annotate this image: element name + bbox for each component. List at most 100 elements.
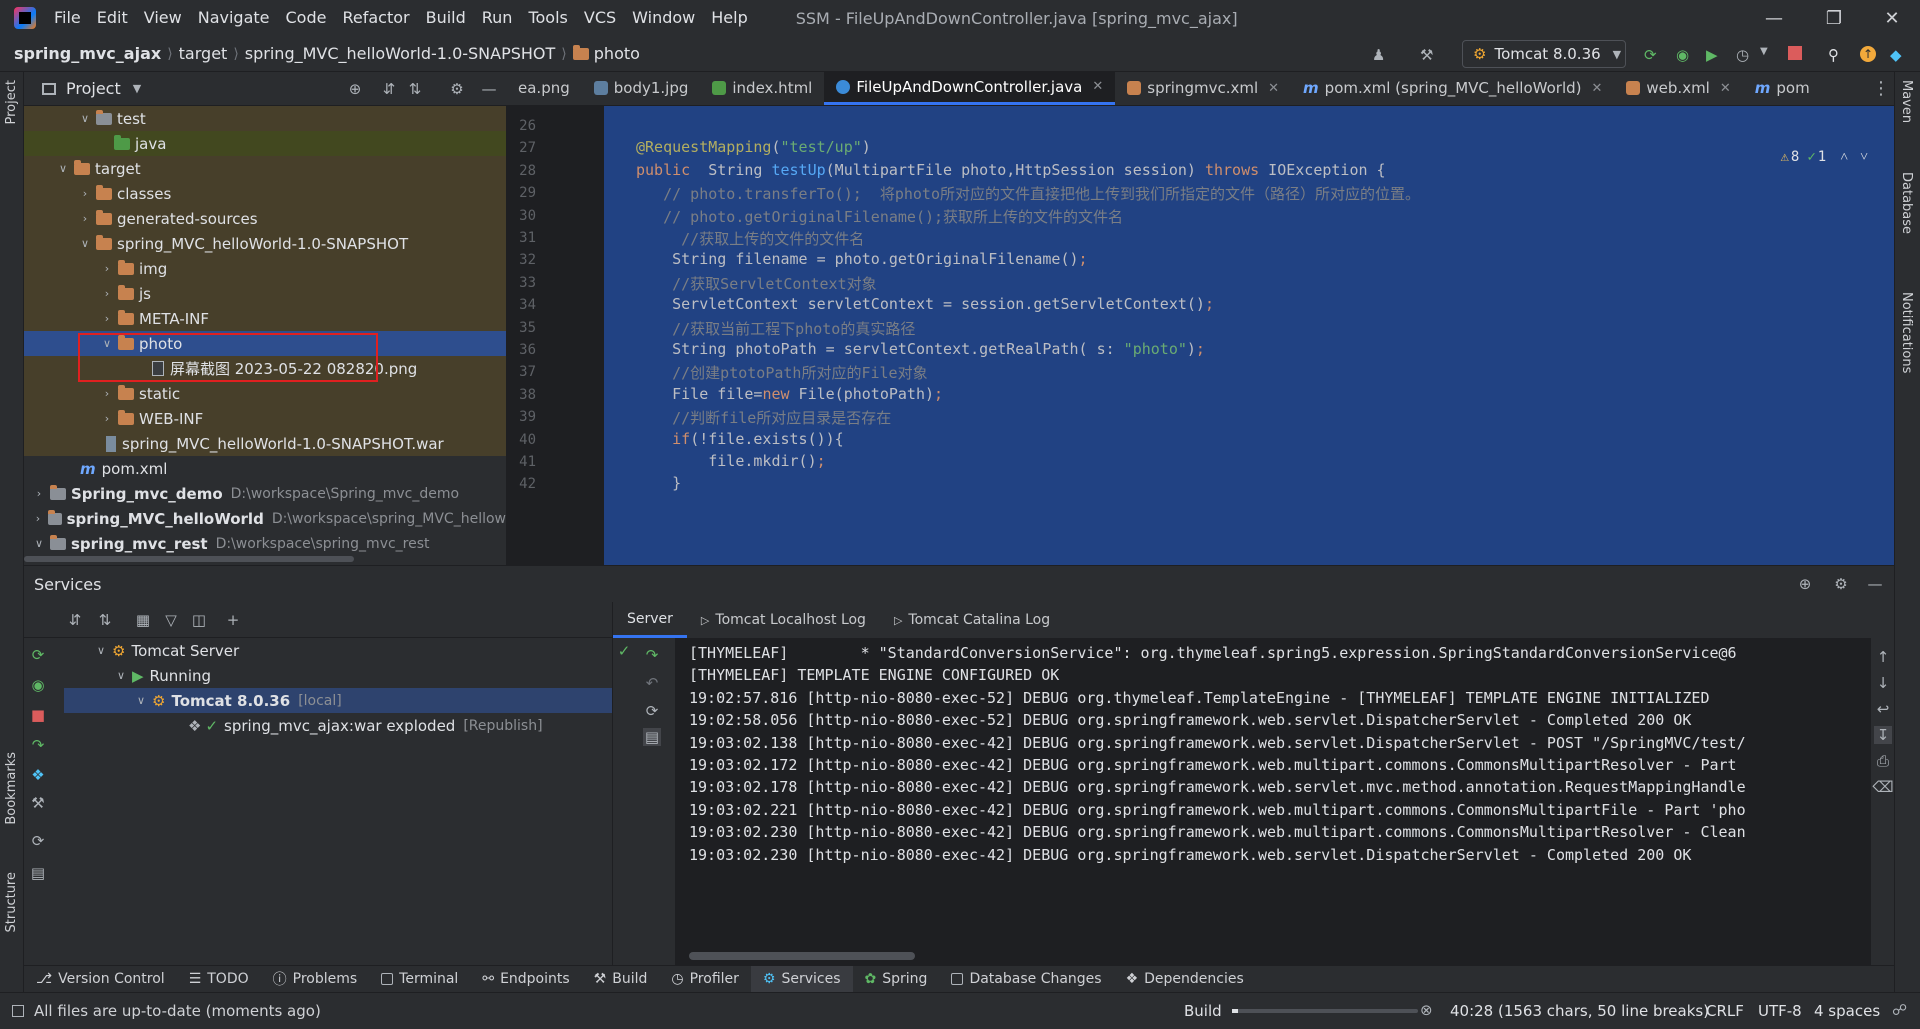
menu-help[interactable]: Help xyxy=(703,0,755,36)
chevron-down-icon[interactable]: ▼ xyxy=(133,82,141,95)
notifications-tool-tab[interactable]: Notifications xyxy=(1899,292,1914,373)
tree-item-meta-inf[interactable]: › META-INF xyxy=(24,306,506,331)
expand-all-icon[interactable]: ⇵ xyxy=(380,80,398,98)
redeploy-icon[interactable]: ↶ xyxy=(643,674,661,692)
locate-icon[interactable]: ⊕ xyxy=(346,80,364,98)
tree-item-tomcat-server[interactable]: ∨ ⚙ Tomcat Server xyxy=(64,638,612,663)
print-icon[interactable]: ⎙ xyxy=(1874,752,1892,770)
tool-tab-spring[interactable]: ✿ Spring xyxy=(853,966,940,993)
project-tool-tab[interactable]: Project xyxy=(4,80,19,124)
close-tab-icon[interactable]: ✕ xyxy=(1268,81,1279,96)
menu-run[interactable]: Run xyxy=(474,0,521,36)
console-output[interactable]: [THYMELEAF] * "StandardConversionService… xyxy=(675,638,1871,966)
menu-code[interactable]: Code xyxy=(278,0,335,36)
debug-icon[interactable]: ◉ xyxy=(1676,46,1692,64)
tool-tab-database-changes[interactable]: Database Changes xyxy=(939,966,1113,993)
bookmarks-tool-tab[interactable]: Bookmarks xyxy=(4,752,19,825)
hide-panel-icon[interactable]: — xyxy=(480,80,498,98)
run-configuration-select[interactable]: ⚙ Tomcat 8.0.36 ▼ xyxy=(1462,40,1626,68)
scroll-to-end-icon[interactable]: ↧ xyxy=(1874,726,1892,744)
file-encoding[interactable]: UTF-8 xyxy=(1758,1002,1802,1020)
close-tab-icon[interactable]: ✕ xyxy=(1092,79,1103,94)
menu-window[interactable]: Window xyxy=(624,0,703,36)
menu-tools[interactable]: Tools xyxy=(520,0,575,36)
tool-tab-services[interactable]: ⚙ Services xyxy=(750,965,853,993)
tab-more-icon[interactable]: ⋮ xyxy=(1872,78,1890,99)
chevron-right-icon[interactable]: › xyxy=(78,212,92,225)
hide-panel-icon[interactable]: — xyxy=(1866,575,1884,593)
database-tool-tab[interactable]: Database xyxy=(1899,172,1914,234)
trash-icon[interactable]: ⌫ xyxy=(1872,778,1893,796)
tab-body1-jpg[interactable]: body1.jpg xyxy=(582,72,701,105)
menu-edit[interactable]: Edit xyxy=(89,0,136,36)
tree-item-static[interactable]: › static xyxy=(24,381,506,406)
menu-view[interactable]: View xyxy=(136,0,190,36)
tab-server[interactable]: Server xyxy=(613,602,687,638)
horizontal-scrollbar[interactable] xyxy=(24,556,354,562)
tool-tab-build[interactable]: ⚒ Build xyxy=(582,966,660,993)
tab-catalina-log[interactable]: ▷ Tomcat Catalina Log xyxy=(880,602,1064,638)
tree-item-war[interactable]: spring_MVC_helloWorld-1.0-SNAPSHOT.war xyxy=(24,431,506,456)
refresh-icon[interactable]: ⟳ xyxy=(643,702,661,720)
tree-item-img[interactable]: › img xyxy=(24,256,506,281)
collapse-all-icon[interactable]: ⇅ xyxy=(96,611,114,629)
rerun-icon[interactable]: ⟳ xyxy=(29,646,47,664)
chevron-down-icon[interactable]: ∨ xyxy=(134,694,148,707)
coverage-icon[interactable]: ▶ xyxy=(1706,46,1722,64)
layout-icon[interactable]: ▤ xyxy=(29,864,47,882)
breadcrumb-snapshot[interactable]: spring_MVC_helloWorld-1.0-SNAPSHOT xyxy=(239,44,562,63)
add-service-icon[interactable]: + xyxy=(224,611,242,629)
caret-position[interactable]: 40:28 (1563 chars, 50 line breaks) xyxy=(1450,1002,1709,1020)
tool-tab-dependencies[interactable]: ❖ Dependencies xyxy=(1114,966,1256,993)
tree-item-spring-mvc-rest[interactable]: ∨ spring_mvc_rest D:\workspace\spring_mvc_… xyxy=(24,531,506,556)
lock-icon[interactable]: ☍ xyxy=(1892,1001,1907,1019)
close-icon[interactable]: ✕ xyxy=(1864,0,1920,36)
profile-icon[interactable]: ◷ xyxy=(1736,46,1752,64)
console-horizontal-scrollbar[interactable] xyxy=(689,952,915,960)
hammer-icon[interactable]: ⚒ xyxy=(1420,46,1436,64)
restore-icon[interactable]: ❐ xyxy=(1806,0,1862,36)
tree-item-pom[interactable]: m pom.xml xyxy=(24,456,506,481)
menu-vcs[interactable]: VCS xyxy=(576,0,624,36)
menu-build[interactable]: Build xyxy=(418,0,474,36)
user-icon[interactable]: ♟ xyxy=(1372,46,1388,64)
close-tab-icon[interactable]: ✕ xyxy=(1592,81,1603,96)
tree-item-classes[interactable]: › classes xyxy=(24,181,506,206)
collapse-all-icon[interactable]: ⇅ xyxy=(406,80,424,98)
locate-icon[interactable]: ⊕ xyxy=(1796,575,1814,593)
status-message[interactable]: All files are up-to-date (moments ago) xyxy=(34,1002,321,1020)
chevron-right-icon[interactable]: › xyxy=(100,262,114,275)
filter-icon[interactable]: ▽ xyxy=(162,611,180,629)
breadcrumb-photo[interactable]: photo xyxy=(567,44,646,63)
arrow-down-icon[interactable]: ↓ xyxy=(1874,674,1892,692)
tree-item-artifact[interactable]: ❖ ✓ spring_mvc_ajax:war exploded [Republish… xyxy=(64,713,612,738)
chevron-right-icon[interactable]: › xyxy=(100,412,114,425)
chevron-down-icon[interactable]: ∨ xyxy=(78,112,92,125)
gear-icon[interactable]: ⚙ xyxy=(1832,575,1850,593)
tab-springmvc-xml[interactable]: springmvc.xml ✕ xyxy=(1115,72,1291,105)
chevron-down-icon[interactable]: ∨ xyxy=(78,237,92,250)
chevron-right-icon[interactable]: › xyxy=(32,487,46,500)
tree-item-js[interactable]: › js xyxy=(24,281,506,306)
breadcrumb-target[interactable]: target xyxy=(173,44,234,63)
chevron-right-icon[interactable]: › xyxy=(32,512,44,525)
refresh-icon[interactable]: ⟳ xyxy=(29,832,47,850)
tree-item-generated-sources[interactable]: › generated-sources xyxy=(24,206,506,231)
more-run-chevron-icon[interactable]: ▼ xyxy=(1760,46,1776,62)
menu-file[interactable]: File xyxy=(46,0,89,36)
tool-tab-profiler[interactable]: ◷ Profiler xyxy=(659,966,751,993)
expand-all-icon[interactable]: ⇵ xyxy=(66,611,84,629)
tree-item-tomcat-instance[interactable]: ∨ ⚙ Tomcat 8.0.36 [local] xyxy=(64,688,612,713)
inspection-widget[interactable]: ⚠ 8 ✓ 1 ˄ ˅ xyxy=(1780,146,1868,168)
gear-icon[interactable]: ⚙ xyxy=(448,80,466,98)
tab-controller-java[interactable]: FileUpAndDownController.java ✕ xyxy=(824,72,1116,105)
tab-ea-png[interactable]: ea.png xyxy=(506,72,582,105)
tree-item-running[interactable]: ∨ ▶ Running xyxy=(64,663,612,688)
chevron-down-icon[interactable]: ∨ xyxy=(56,162,70,175)
next-highlight-icon[interactable]: ˅ xyxy=(1860,149,1868,166)
structure-tool-tab[interactable]: Structure xyxy=(4,872,19,932)
chevron-right-icon[interactable]: › xyxy=(100,387,114,400)
tree-item-snapshot[interactable]: ∨ spring_MVC_helloWorld-1.0-SNAPSHOT xyxy=(24,231,506,256)
debug-icon[interactable]: ◉ xyxy=(29,676,47,694)
update-icon[interactable]: ↑ xyxy=(1860,46,1876,62)
